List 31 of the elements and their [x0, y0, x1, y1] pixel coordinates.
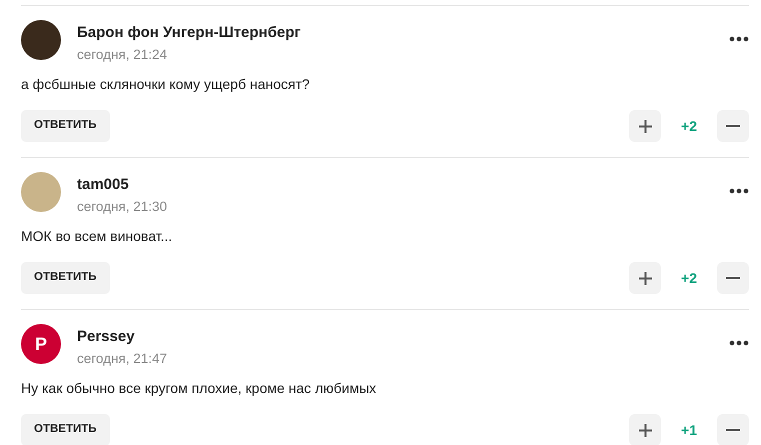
minus-icon — [726, 277, 740, 279]
reply-button[interactable]: ОТВЕТИТЬ — [21, 110, 110, 142]
more-menu-icon[interactable] — [729, 188, 749, 194]
vote-score: +2 — [680, 116, 698, 136]
plus-icon — [638, 272, 652, 284]
minus-icon — [726, 125, 740, 127]
author-name: tam005 — [77, 175, 130, 195]
vote-score: +1 — [680, 420, 698, 440]
plus-button[interactable] — [629, 262, 661, 294]
minus-icon — [726, 429, 740, 431]
comment-time: сегодня, 21:47 — [77, 350, 168, 368]
reply-button[interactable]: ОТВЕТИТЬ — [21, 414, 110, 445]
plus-button[interactable] — [629, 110, 661, 142]
plus-button[interactable] — [629, 414, 661, 445]
more-menu-icon[interactable] — [729, 340, 749, 346]
author-name: Барон фон Унгерн-Штернберг — [77, 23, 302, 43]
avatar-circle: P — [21, 324, 61, 364]
minus-button[interactable] — [717, 414, 749, 445]
minus-button[interactable] — [717, 262, 749, 294]
comment-time: сегодня, 21:24 — [77, 46, 168, 64]
comment-text: Ну как обычно все кругом плохие, кроме нас любимых — [21, 379, 378, 398]
comment-text: МОК во всем виноват... — [21, 227, 174, 246]
reply-button[interactable]: ОТВЕТИТЬ — [21, 262, 110, 294]
author-name: Perssey — [77, 327, 136, 347]
plus-icon — [638, 424, 652, 436]
comment-text: а фсбшные скляночки кому ущерб наносят? — [21, 75, 311, 94]
minus-button[interactable] — [717, 110, 749, 142]
comment-time: сегодня, 21:30 — [77, 198, 168, 216]
vote-score: +2 — [680, 268, 698, 288]
more-menu-icon[interactable] — [729, 36, 749, 42]
plus-icon — [638, 120, 652, 132]
